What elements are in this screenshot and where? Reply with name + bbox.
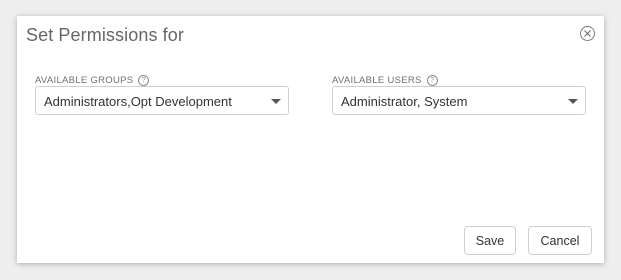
available-groups-label: AVAILABLE GROUPS ? bbox=[35, 75, 150, 86]
available-users-value: Administrator, System bbox=[341, 94, 468, 109]
available-users-label: AVAILABLE USERS ? bbox=[332, 75, 438, 86]
close-icon[interactable] bbox=[580, 26, 595, 41]
available-groups-value: Administrators,Opt Development bbox=[44, 94, 232, 109]
available-groups-select[interactable]: Administrators,Opt Development bbox=[35, 86, 289, 115]
help-icon[interactable]: ? bbox=[426, 75, 438, 86]
dialog-title: Set Permissions for bbox=[26, 25, 184, 45]
available-users-label-text: AVAILABLE USERS bbox=[332, 75, 422, 86]
save-button[interactable]: Save bbox=[464, 226, 516, 255]
chevron-down-icon bbox=[568, 99, 578, 104]
set-permissions-dialog: Set Permissions for AVAILABLE GROUPS ? A… bbox=[17, 16, 604, 263]
chevron-down-icon bbox=[271, 99, 281, 104]
cancel-button[interactable]: Cancel bbox=[528, 226, 592, 255]
available-users-select[interactable]: Administrator, System bbox=[332, 86, 586, 115]
help-icon[interactable]: ? bbox=[138, 75, 150, 86]
available-groups-label-text: AVAILABLE GROUPS bbox=[35, 75, 134, 86]
